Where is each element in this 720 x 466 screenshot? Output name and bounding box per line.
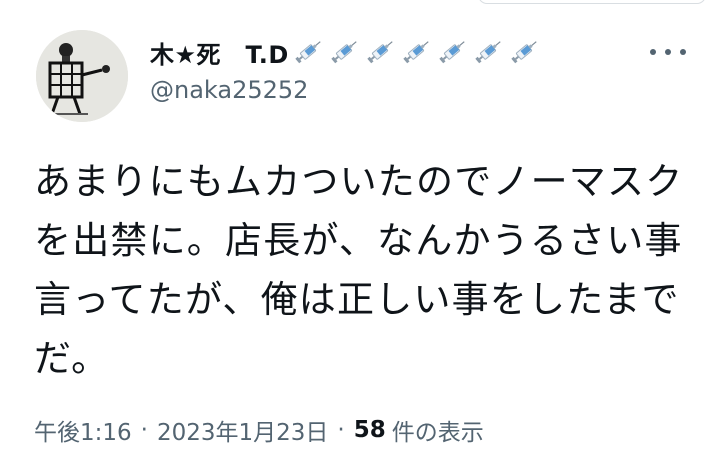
syringe-icon <box>439 41 465 64</box>
user-handle[interactable]: @naka25252 <box>150 76 308 104</box>
syringe-icon <box>295 41 321 64</box>
tweet-text: あまりにもムカついたのでノーマスクを出禁に。店長が、なんかうるさい事言ってたが、… <box>34 160 684 380</box>
meta-separator: · <box>140 417 148 443</box>
views-label[interactable]: 件の表示 <box>392 413 484 447</box>
syringe-icon <box>511 41 537 64</box>
views-count[interactable]: 58 <box>354 417 386 443</box>
syringe-icon <box>475 41 501 64</box>
syringe-icon <box>367 41 393 64</box>
syringe-icon <box>403 41 429 64</box>
avatar[interactable] <box>36 30 128 122</box>
tweet-header: 木★死 T.D @naka25252 <box>0 0 720 140</box>
tweet-time[interactable]: 午後1:16 <box>34 413 132 447</box>
name-emojis <box>291 37 543 67</box>
display-name[interactable]: 木★死 T.D <box>150 35 289 70</box>
avatar-image <box>36 30 128 122</box>
syringe-icon <box>331 41 357 64</box>
tweet-meta: 午後1:16 · 2023年1月23日 · 58 件の表示 <box>34 413 484 447</box>
name-row: 木★死 T.D <box>150 35 543 70</box>
tweet-date[interactable]: 2023年1月23日 <box>157 413 328 447</box>
meta-separator: · <box>337 417 345 443</box>
more-options-icon[interactable] <box>650 40 686 64</box>
